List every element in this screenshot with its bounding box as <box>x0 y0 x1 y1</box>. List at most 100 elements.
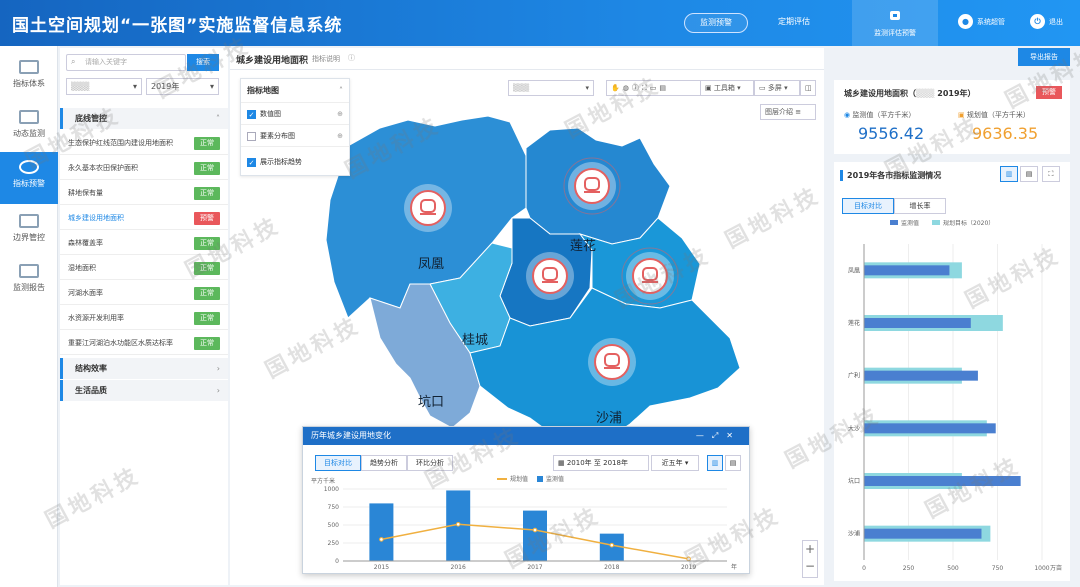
sidebar-item-boundary[interactable]: 边界管控 <box>0 206 58 256</box>
nav-eval-alert[interactable]: 监测评估预警 <box>852 0 938 46</box>
group-bottom-line[interactable]: 底线管控 ˄ <box>60 108 228 129</box>
sidebar-item-dynamic-monitor[interactable]: 动态监测 <box>0 102 58 152</box>
show-trend-toggle[interactable]: ✓ 展示指标趋势 <box>241 151 349 173</box>
tab-mom-analysis[interactable]: 环比分析 <box>407 455 453 471</box>
indicator-label: 永久基本农田保护面积 <box>68 164 138 172</box>
plus-circle-icon[interactable]: ⊕ <box>337 125 343 147</box>
indicator-row[interactable]: 耕地保有量 正常 <box>60 181 228 205</box>
chevron-up-icon[interactable]: ˄ <box>339 79 343 103</box>
indicator-row[interactable]: 重要江河湖泊水功能区水质达标率 正常 <box>60 331 228 355</box>
map-tools[interactable]: ✋◍ⓘ⛶▭▤ <box>606 80 702 96</box>
sidebar-item-index-alert[interactable]: 指标预警 <box>0 152 58 204</box>
year-select[interactable]: 2019年 ▾ <box>146 78 219 95</box>
alarm-marker-guangli[interactable] <box>526 252 574 300</box>
legend-label-monitor: 监测值 <box>901 220 919 227</box>
checkbox-icon[interactable] <box>247 131 256 141</box>
layer-feature-map[interactable]: 要素分布图 ⊕ <box>241 125 349 147</box>
map-label-fenghuang: 凤凰 <box>418 257 444 272</box>
bar-chart-toggle[interactable]: ▥ <box>707 455 723 471</box>
alarm-marker-dasha[interactable] <box>621 247 679 305</box>
alarm-marker-shapu[interactable] <box>588 338 636 386</box>
zoom-out-button[interactable]: − <box>803 558 817 575</box>
x-axis-unit: 年 <box>731 563 737 571</box>
indicator-row[interactable]: 湿地面积 正常 <box>60 256 228 280</box>
table-toggle[interactable]: ▤ <box>1020 166 1038 182</box>
indicator-row[interactable]: 水资源开发利用率 正常 <box>60 306 228 330</box>
split-view-button[interactable]: ◫ <box>800 80 816 96</box>
sidebar-item-index-system[interactable]: 指标体系 <box>0 52 58 102</box>
alarm-marker-lianhua[interactable] <box>563 157 621 215</box>
zoom-in-button[interactable]: + <box>803 541 817 558</box>
layer-intro-button[interactable]: 图层介绍 ≡ <box>760 104 816 120</box>
point-plan-2017 <box>532 527 538 533</box>
globe-icon[interactable]: ◍ <box>623 84 632 92</box>
app-header: 国土空间规划“一张图”实施监督信息系统 监测预警 定期评估 监测评估预警 ● 系… <box>0 0 1080 46</box>
report-icon <box>19 264 39 278</box>
split-icon: ◫ <box>805 84 812 92</box>
layer-label: 数值图 <box>260 110 281 118</box>
bar-chart-toggle[interactable]: ▥ <box>1000 166 1018 182</box>
indicator-row[interactable]: 生态保护红线范围内建设用地面积 正常 <box>60 131 228 155</box>
indicator-row[interactable]: 森林覆盖率 正常 <box>60 231 228 255</box>
x-tick-label: 0 <box>862 565 866 572</box>
fullscreen-icon[interactable]: ⛶ <box>642 84 650 92</box>
table-icon: ▤ <box>729 459 737 467</box>
expand-icon[interactable]: ⤢ <box>712 431 726 440</box>
plus-circle-icon[interactable]: ⊕ <box>337 103 343 125</box>
export-report-button[interactable]: 导出报告 <box>1018 48 1070 66</box>
map-legend: 指标地图 ˄ ✓ 数值图 ⊕ 要素分布图 ⊕ ✓ 展示指标趋势 <box>240 78 350 176</box>
search-button[interactable]: 搜索 <box>187 54 219 71</box>
layers-icon[interactable]: ▤ <box>659 84 669 92</box>
group-life-quality[interactable]: 生活品质 › <box>60 380 228 401</box>
indicator-row[interactable]: 城乡建设用地面积 预警 <box>60 206 228 230</box>
page-title: 城乡建设用地面积 <box>236 56 309 66</box>
indicator-label: 耕地保有量 <box>68 189 103 197</box>
fullscreen-toggle[interactable]: ⛶ <box>1042 166 1060 182</box>
table-toggle[interactable]: ▤ <box>725 455 741 471</box>
tab-target-compare[interactable]: 目标对比 <box>842 198 894 214</box>
layer-value-map[interactable]: ✓ 数值图 ⊕ <box>241 103 349 125</box>
print-icon[interactable]: ▭ <box>650 84 660 92</box>
user-menu[interactable]: ● 系统超管 <box>958 14 1005 29</box>
nav-monitor-alert[interactable]: 监测预警 <box>684 13 748 33</box>
multiscreen-button[interactable]: ▭ 多屏 ▾ <box>754 80 800 96</box>
kpi-card: 城乡建设用地面积（▒▒▒ 2019年） 预警 ◉ 监测值（平方千米） 9556.… <box>834 80 1070 154</box>
indicator-row[interactable]: 河湖水面率 正常 <box>60 281 228 305</box>
legend-title-text: 指标地图 <box>247 86 279 95</box>
indicator-row[interactable]: 永久基本农田保护面积 正常 <box>60 156 228 180</box>
range-select[interactable]: 近五年 ▾ <box>651 455 699 471</box>
year-select-value: 2019年 <box>151 82 180 91</box>
plan-label: ▣ 规划值（平方千米） <box>958 110 1030 120</box>
info-icon[interactable]: ⓘ <box>632 84 642 92</box>
region-dropdown[interactable]: ▒▒▒ ▾ <box>508 80 594 96</box>
chevron-up-icon: ˄ <box>216 114 220 123</box>
checkbox-checked-icon[interactable]: ✓ <box>247 109 256 119</box>
exit-button[interactable]: ⏻ 退出 <box>1030 14 1063 29</box>
tab-trend-analysis[interactable]: 趋势分析 <box>361 455 407 471</box>
y-category-label: 凤凰 <box>848 267 860 274</box>
status-badge: 正常 <box>194 162 220 175</box>
bar-monitor-0 <box>864 265 950 276</box>
bar-monitor-2015 <box>369 503 394 561</box>
nav-periodic-eval[interactable]: 定期评估 <box>762 13 826 33</box>
status-badge: 正常 <box>194 287 220 300</box>
checkbox-checked-icon[interactable]: ✓ <box>247 157 256 167</box>
pan-icon[interactable]: ✋ <box>611 84 623 92</box>
layer-intro-label: 图层介绍 <box>765 108 793 116</box>
indicator-info-link[interactable]: 指标说明 <box>312 54 340 64</box>
table-icon: ▤ <box>1025 170 1033 178</box>
tab-growth-rate[interactable]: 增长率 <box>894 198 946 214</box>
group-structure-efficiency[interactable]: 结构效率 › <box>60 358 228 379</box>
date-range-picker[interactable]: ▦ 2010年 至 2018年 <box>553 455 649 471</box>
close-icon[interactable]: ✕ <box>726 431 741 440</box>
x-tick-label: 750 <box>992 565 1004 572</box>
tab-target-compare[interactable]: 目标对比 <box>315 455 361 471</box>
zoom-control: + − <box>802 540 818 578</box>
minimize-icon[interactable]: — <box>696 431 712 440</box>
kpi-title-text: 城乡建设用地面积（ <box>844 89 916 98</box>
search-input[interactable]: 请输入关键字 <box>66 54 186 71</box>
region-select[interactable]: ▒▒▒ ▾ <box>66 78 142 95</box>
sidebar-item-report[interactable]: 监测报告 <box>0 256 58 306</box>
alarm-marker-fenghuang[interactable] <box>404 184 452 232</box>
toolbox-button[interactable]: ▣ 工具箱 ▾ <box>700 80 754 96</box>
